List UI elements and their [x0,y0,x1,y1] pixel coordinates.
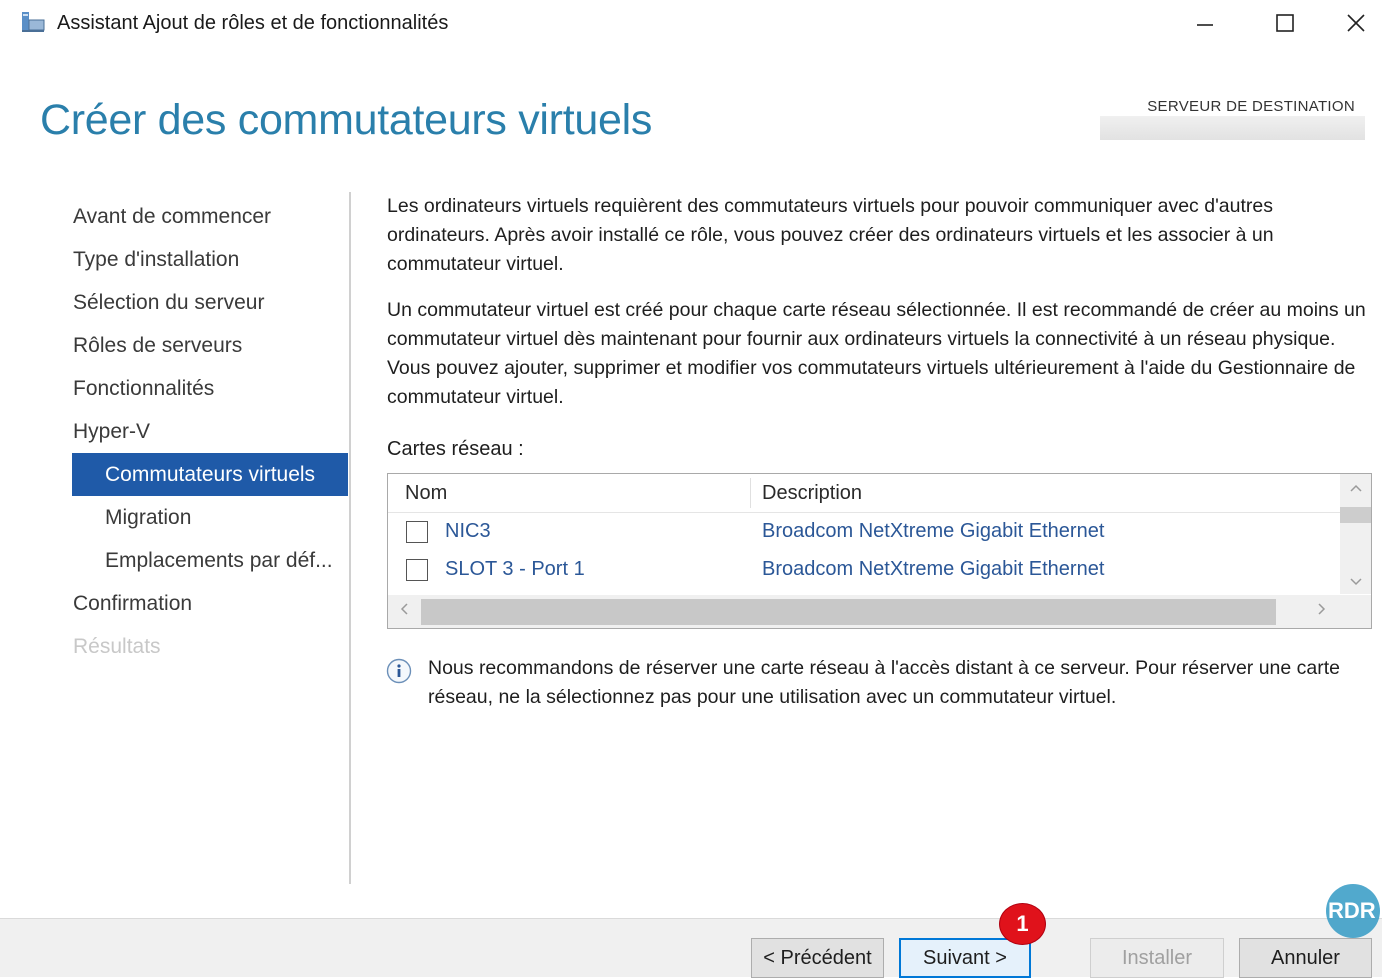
network-cards-label: Cartes réseau : [387,438,524,460]
info-message: Nous recommandons de réserver une carte … [428,657,1341,708]
cancel-button[interactable]: Annuler [1239,938,1372,978]
maximize-icon [1276,14,1294,32]
previous-button[interactable]: < Précédent [751,938,884,978]
adapter-name: SLOT 3 - Port 1 [445,558,585,580]
adapter-description: Broadcom NetXtreme Gigabit Ethernet [762,520,1105,542]
nav-step-commutateurs-virtuels[interactable]: Commutateurs virtuels [72,453,348,496]
scroll-right-icon[interactable] [1318,602,1326,618]
step-annotation-badge: 1 [1000,904,1045,944]
title-bar: Assistant Ajout de rôles et de fonctionn… [0,0,1382,48]
maximize-button[interactable] [1250,0,1320,46]
scroll-up-icon[interactable] [1350,480,1362,495]
horizontal-scroll-thumb[interactable] [421,599,1276,625]
nav-step-confirmation[interactable]: Confirmation [72,582,348,625]
nic3-checkbox[interactable] [406,521,428,543]
explanation-paragraph: Un commutateur virtuel est créé pour cha… [387,299,1366,408]
adapter-description: Broadcom NetXtreme Gigabit Ethernet [762,558,1105,580]
scroll-down-icon[interactable] [1350,574,1362,589]
nav-step-type-installation[interactable]: Type d'installation [72,238,348,281]
column-header-nom[interactable]: Nom [405,482,447,505]
table-row[interactable]: NIC3 Broadcom NetXtreme Gigabit Ethernet [388,514,1340,550]
server-manager-icon [22,12,45,32]
nav-step-resultats: Résultats [73,635,161,658]
close-icon [1347,14,1365,32]
next-button[interactable]: Suivant > [899,938,1031,978]
table-row[interactable]: SLOT 3 - Port 1 Broadcom NetXtreme Gigab… [388,552,1340,588]
adapter-name: NIC3 [445,520,491,542]
vertical-scroll-thumb[interactable] [1340,507,1371,523]
minimize-icon [1197,24,1213,26]
install-button: Installer [1090,938,1224,978]
watermark-logo: RDR [1326,884,1380,938]
nav-step-selection-serveur[interactable]: Sélection du serveur [72,281,348,324]
page-title: Créer des commutateurs virtuels [40,96,653,144]
destination-server-value [1100,116,1365,140]
intro-paragraph: Les ordinateurs virtuels requièrent des … [387,195,1274,275]
slot3-port1-checkbox[interactable] [406,559,428,581]
column-header-description[interactable]: Description [762,482,862,505]
info-icon [386,658,412,684]
nav-divider [349,192,351,884]
nav-step-fonctionnalites[interactable]: Fonctionnalités [72,367,348,410]
column-separator[interactable] [750,478,751,508]
close-button[interactable] [1330,0,1382,46]
minimize-button[interactable] [1170,0,1240,46]
network-cards-list[interactable]: Nom Description NIC3 Broadcom NetXtreme … [387,473,1372,629]
nav-step-emplacements[interactable]: Emplacements par déf... [72,539,348,582]
wizard-steps-nav: Avant de commencer Type d'installation S… [72,195,348,668]
destination-server-label: SERVEUR DE DESTINATION [1147,98,1355,115]
window-title: Assistant Ajout de rôles et de fonctionn… [57,12,449,34]
nav-step-hyper-v[interactable]: Hyper-V [72,410,348,453]
scroll-left-icon[interactable] [400,602,408,618]
nav-step-avant-de-commencer[interactable]: Avant de commencer [72,195,348,238]
list-header: Nom Description [388,474,1340,513]
nav-step-migration[interactable]: Migration [72,496,348,539]
nav-step-roles-serveurs[interactable]: Rôles de serveurs [72,324,348,367]
